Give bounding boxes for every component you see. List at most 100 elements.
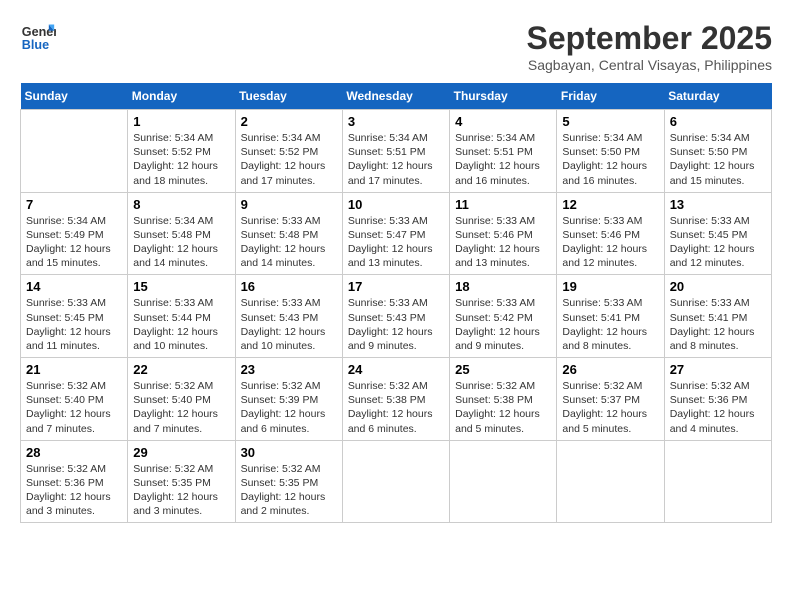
day-number: 29 [133, 445, 229, 460]
day-info: Sunrise: 5:32 AM Sunset: 5:38 PM Dayligh… [455, 379, 551, 436]
col-header-monday: Monday [128, 83, 235, 110]
day-info: Sunrise: 5:34 AM Sunset: 5:52 PM Dayligh… [133, 131, 229, 188]
day-info: Sunrise: 5:32 AM Sunset: 5:38 PM Dayligh… [348, 379, 444, 436]
calendar-cell: 30 Sunrise: 5:32 AM Sunset: 5:35 PM Dayli… [235, 440, 342, 523]
calendar-cell: 28 Sunrise: 5:32 AM Sunset: 5:36 PM Dayli… [21, 440, 128, 523]
calendar-cell: 19 Sunrise: 5:33 AM Sunset: 5:41 PM Dayli… [557, 275, 664, 358]
col-header-friday: Friday [557, 83, 664, 110]
day-info: Sunrise: 5:33 AM Sunset: 5:45 PM Dayligh… [670, 214, 766, 271]
day-info: Sunrise: 5:33 AM Sunset: 5:43 PM Dayligh… [348, 296, 444, 353]
day-number: 14 [26, 279, 122, 294]
calendar-cell: 16Sunrise: 5:33 AM Sunset: 5:43 PM Dayli… [235, 275, 342, 358]
day-number: 26 [562, 362, 658, 377]
day-number: 28 [26, 445, 122, 460]
calendar-cell: 23Sunrise: 5:32 AM Sunset: 5:39 PM Dayli… [235, 358, 342, 441]
title-block: September 2025 Sagbayan, Central Visayas… [527, 20, 772, 73]
day-info: Sunrise: 5:33 AM Sunset: 5:46 PM Dayligh… [562, 214, 658, 271]
calendar-cell: 15Sunrise: 5:33 AM Sunset: 5:44 PM Dayli… [128, 275, 235, 358]
day-info: Sunrise: 5:34 AM Sunset: 5:52 PM Dayligh… [241, 131, 337, 188]
calendar-cell: 27Sunrise: 5:32 AM Sunset: 5:36 PM Dayli… [664, 358, 771, 441]
day-info: Sunrise: 5:33 AM Sunset: 5:41 PM Dayligh… [562, 296, 658, 353]
col-header-tuesday: Tuesday [235, 83, 342, 110]
calendar-header: SundayMondayTuesdayWednesdayThursdayFrid… [21, 83, 772, 110]
calendar-cell: 10 Sunrise: 5:33 AM Sunset: 5:47 PM Dayli… [342, 192, 449, 275]
calendar-cell: 20Sunrise: 5:33 AM Sunset: 5:41 PM Dayli… [664, 275, 771, 358]
calendar-table: SundayMondayTuesdayWednesdayThursdayFrid… [20, 83, 772, 523]
day-number: 5 [562, 114, 658, 129]
day-info: Sunrise: 5:34 AM Sunset: 5:50 PM Dayligh… [562, 131, 658, 188]
calendar-cell: 22 Sunrise: 5:32 AM Sunset: 5:40 PM Dayli… [128, 358, 235, 441]
day-number: 4 [455, 114, 551, 129]
day-info: Sunrise: 5:33 AM Sunset: 5:46 PM Dayligh… [455, 214, 551, 271]
day-number: 17 [348, 279, 444, 294]
day-number: 12 [562, 197, 658, 212]
day-info: Sunrise: 5:32 AM Sunset: 5:40 PM Dayligh… [133, 379, 229, 436]
day-number: 19 [562, 279, 658, 294]
day-number: 27 [670, 362, 766, 377]
day-info: Sunrise: 5:33 AM Sunset: 5:47 PM Dayligh… [348, 214, 444, 271]
day-number: 15 [133, 279, 229, 294]
col-header-thursday: Thursday [450, 83, 557, 110]
calendar-cell [557, 440, 664, 523]
day-number: 16 [241, 279, 337, 294]
day-info: Sunrise: 5:32 AM Sunset: 5:35 PM Dayligh… [241, 462, 337, 519]
day-number: 6 [670, 114, 766, 129]
svg-text:Blue: Blue [22, 38, 49, 52]
day-info: Sunrise: 5:33 AM Sunset: 5:48 PM Dayligh… [241, 214, 337, 271]
calendar-cell: 1Sunrise: 5:34 AM Sunset: 5:52 PM Daylig… [128, 110, 235, 193]
day-info: Sunrise: 5:32 AM Sunset: 5:37 PM Dayligh… [562, 379, 658, 436]
day-info: Sunrise: 5:34 AM Sunset: 5:49 PM Dayligh… [26, 214, 122, 271]
day-info: Sunrise: 5:33 AM Sunset: 5:41 PM Dayligh… [670, 296, 766, 353]
day-info: Sunrise: 5:32 AM Sunset: 5:40 PM Dayligh… [26, 379, 122, 436]
logo-icon: General Blue [20, 20, 56, 56]
day-number: 3 [348, 114, 444, 129]
day-info: Sunrise: 5:34 AM Sunset: 5:51 PM Dayligh… [455, 131, 551, 188]
logo: General Blue [20, 20, 56, 56]
calendar-week-1: 1Sunrise: 5:34 AM Sunset: 5:52 PM Daylig… [21, 110, 772, 193]
calendar-cell: 24 Sunrise: 5:32 AM Sunset: 5:38 PM Dayli… [342, 358, 449, 441]
calendar-cell: 6 Sunrise: 5:34 AM Sunset: 5:50 PM Daylig… [664, 110, 771, 193]
calendar-cell: 14 Sunrise: 5:33 AM Sunset: 5:45 PM Dayli… [21, 275, 128, 358]
day-number: 18 [455, 279, 551, 294]
calendar-cell: 2 Sunrise: 5:34 AM Sunset: 5:52 PM Daylig… [235, 110, 342, 193]
calendar-cell: 21 Sunrise: 5:32 AM Sunset: 5:40 PM Dayli… [21, 358, 128, 441]
day-number: 21 [26, 362, 122, 377]
col-header-saturday: Saturday [664, 83, 771, 110]
day-number: 11 [455, 197, 551, 212]
calendar-cell [21, 110, 128, 193]
day-number: 13 [670, 197, 766, 212]
calendar-cell: 29 Sunrise: 5:32 AM Sunset: 5:35 PM Dayli… [128, 440, 235, 523]
calendar-week-2: 7 Sunrise: 5:34 AM Sunset: 5:49 PM Daylig… [21, 192, 772, 275]
calendar-cell: 4 Sunrise: 5:34 AM Sunset: 5:51 PM Daylig… [450, 110, 557, 193]
calendar-cell [450, 440, 557, 523]
day-info: Sunrise: 5:33 AM Sunset: 5:45 PM Dayligh… [26, 296, 122, 353]
calendar-cell: 17 Sunrise: 5:33 AM Sunset: 5:43 PM Dayli… [342, 275, 449, 358]
col-header-sunday: Sunday [21, 83, 128, 110]
calendar-cell: 26 Sunrise: 5:32 AM Sunset: 5:37 PM Dayli… [557, 358, 664, 441]
day-info: Sunrise: 5:33 AM Sunset: 5:42 PM Dayligh… [455, 296, 551, 353]
day-info: Sunrise: 5:34 AM Sunset: 5:50 PM Dayligh… [670, 131, 766, 188]
calendar-cell: 9 Sunrise: 5:33 AM Sunset: 5:48 PM Daylig… [235, 192, 342, 275]
day-number: 24 [348, 362, 444, 377]
calendar-cell: 18 Sunrise: 5:33 AM Sunset: 5:42 PM Dayli… [450, 275, 557, 358]
calendar-cell: 13 Sunrise: 5:33 AM Sunset: 5:45 PM Dayli… [664, 192, 771, 275]
day-number: 8 [133, 197, 229, 212]
calendar-week-4: 21 Sunrise: 5:32 AM Sunset: 5:40 PM Dayli… [21, 358, 772, 441]
day-number: 30 [241, 445, 337, 460]
calendar-cell: 5 Sunrise: 5:34 AM Sunset: 5:50 PM Daylig… [557, 110, 664, 193]
month-title: September 2025 [527, 20, 772, 57]
day-info: Sunrise: 5:34 AM Sunset: 5:48 PM Dayligh… [133, 214, 229, 271]
col-header-wednesday: Wednesday [342, 83, 449, 110]
day-info: Sunrise: 5:32 AM Sunset: 5:36 PM Dayligh… [26, 462, 122, 519]
calendar-cell [664, 440, 771, 523]
calendar-week-3: 14 Sunrise: 5:33 AM Sunset: 5:45 PM Dayli… [21, 275, 772, 358]
day-number: 2 [241, 114, 337, 129]
day-number: 22 [133, 362, 229, 377]
day-number: 7 [26, 197, 122, 212]
day-number: 10 [348, 197, 444, 212]
day-info: Sunrise: 5:32 AM Sunset: 5:35 PM Dayligh… [133, 462, 229, 519]
calendar-cell: 3Sunrise: 5:34 AM Sunset: 5:51 PM Daylig… [342, 110, 449, 193]
calendar-cell [342, 440, 449, 523]
day-number: 9 [241, 197, 337, 212]
calendar-week-5: 28 Sunrise: 5:32 AM Sunset: 5:36 PM Dayli… [21, 440, 772, 523]
